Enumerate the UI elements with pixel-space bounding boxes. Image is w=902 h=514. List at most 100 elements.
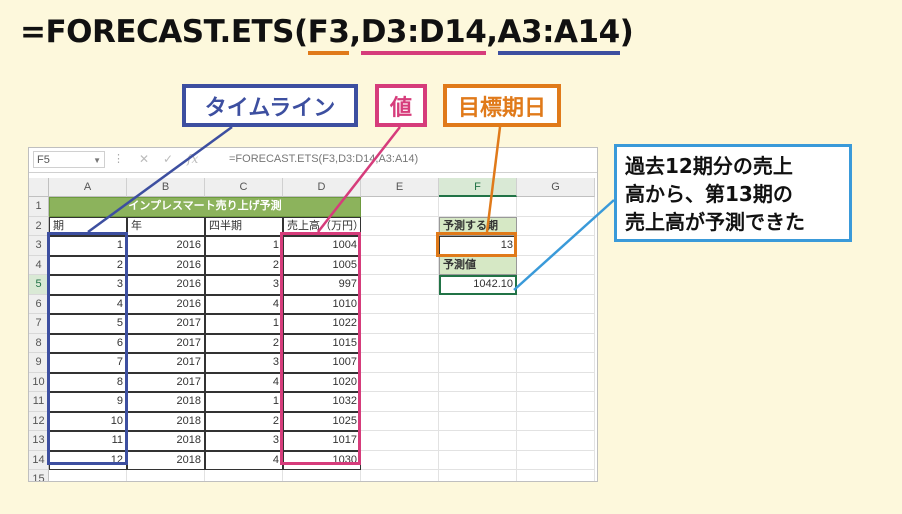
grid-cell[interactable]	[361, 470, 439, 481]
grid-cell[interactable]	[361, 216, 439, 236]
data-cell-sales[interactable]: 1005	[283, 255, 361, 275]
data-cell-year[interactable]: 2018	[127, 392, 205, 412]
data-cell-sales[interactable]: 1015	[283, 333, 361, 353]
grid-cell[interactable]	[361, 333, 439, 353]
data-cell-year[interactable]: 2016	[127, 275, 205, 295]
grid-cell[interactable]	[283, 470, 361, 481]
data-cell-period[interactable]: 3	[49, 275, 127, 295]
data-cell-quarter[interactable]: 4	[205, 372, 283, 392]
grid-cell[interactable]	[439, 392, 517, 412]
data-cell-period[interactable]: 1	[49, 236, 127, 256]
grid-cell[interactable]	[517, 236, 595, 256]
grid-cell[interactable]	[49, 470, 127, 481]
grid-cell[interactable]	[361, 411, 439, 431]
data-cell-sales[interactable]: 1004	[283, 236, 361, 256]
grid-cell[interactable]	[361, 431, 439, 451]
row-header[interactable]: 13	[29, 431, 49, 451]
row-header[interactable]: 7	[29, 314, 49, 334]
row-header[interactable]: 8	[29, 333, 49, 353]
grid-cell[interactable]	[517, 255, 595, 275]
grid-cell[interactable]	[517, 431, 595, 451]
data-cell-quarter[interactable]: 1	[205, 314, 283, 334]
data-cell-quarter[interactable]: 3	[205, 275, 283, 295]
row-header[interactable]: 3	[29, 236, 49, 256]
column-header-b[interactable]: B	[127, 178, 205, 197]
data-cell-quarter[interactable]: 4	[205, 450, 283, 470]
data-cell-sales[interactable]: 1017	[283, 431, 361, 451]
data-cell-year[interactable]: 2017	[127, 333, 205, 353]
header-cell-year[interactable]: 年	[127, 216, 205, 236]
grid-cell[interactable]	[439, 353, 517, 373]
row-header[interactable]: 10	[29, 372, 49, 392]
data-cell-year[interactable]: 2017	[127, 314, 205, 334]
grid-cell[interactable]	[361, 236, 439, 256]
data-cell-sales[interactable]: 1030	[283, 450, 361, 470]
grid-cell[interactable]	[361, 255, 439, 275]
row-header[interactable]: 1	[29, 197, 49, 217]
data-cell-quarter[interactable]: 1	[205, 236, 283, 256]
row-header[interactable]: 14	[29, 450, 49, 470]
grid-cell[interactable]	[439, 431, 517, 451]
grid-cell[interactable]	[517, 392, 595, 412]
data-cell-period[interactable]: 6	[49, 333, 127, 353]
grid-cell[interactable]	[439, 372, 517, 392]
insert-function-icon[interactable]: fx	[187, 152, 198, 166]
grid-cell[interactable]	[361, 197, 439, 217]
data-cell-period[interactable]: 9	[49, 392, 127, 412]
forecast-value-cell[interactable]: 1042.10	[439, 275, 517, 295]
confirm-icon[interactable]: ✓	[163, 152, 173, 166]
grid-cell[interactable]	[517, 275, 595, 295]
data-cell-year[interactable]: 2016	[127, 236, 205, 256]
row-header[interactable]: 2	[29, 216, 49, 236]
grid-cell[interactable]	[439, 470, 517, 481]
grid-cell[interactable]	[517, 216, 595, 236]
data-cell-sales[interactable]: 1032	[283, 392, 361, 412]
data-cell-sales[interactable]: 997	[283, 275, 361, 295]
sheet-title-cell[interactable]: インプレスマート売り上げ予測	[49, 197, 361, 217]
header-cell-sales[interactable]: 売上高（万円）	[283, 216, 361, 236]
column-header-f[interactable]: F	[439, 178, 517, 197]
grid-cell[interactable]	[361, 353, 439, 373]
name-box[interactable]: F5 ▼	[33, 151, 105, 168]
grid-cell[interactable]	[439, 450, 517, 470]
grid-cell[interactable]	[361, 294, 439, 314]
row-header[interactable]: 11	[29, 392, 49, 412]
column-header-e[interactable]: E	[361, 178, 439, 197]
chevron-down-icon[interactable]: ▼	[93, 152, 101, 169]
grid-cell[interactable]	[439, 314, 517, 334]
data-cell-quarter[interactable]: 2	[205, 411, 283, 431]
grid-cell[interactable]	[517, 294, 595, 314]
grid-cell[interactable]	[361, 314, 439, 334]
grid-cell[interactable]	[439, 294, 517, 314]
grid-cell[interactable]	[361, 392, 439, 412]
grid-cell[interactable]	[517, 353, 595, 373]
grid-cell[interactable]	[361, 450, 439, 470]
data-cell-sales[interactable]: 1020	[283, 372, 361, 392]
data-cell-quarter[interactable]: 3	[205, 431, 283, 451]
grid-cell[interactable]	[517, 470, 595, 481]
data-cell-period[interactable]: 2	[49, 255, 127, 275]
grid-cell[interactable]	[439, 333, 517, 353]
grid-cell[interactable]	[517, 411, 595, 431]
forecast-period-label-cell[interactable]: 予測する期	[439, 216, 517, 236]
data-cell-sales[interactable]: 1025	[283, 411, 361, 431]
grid-cell[interactable]	[439, 197, 517, 217]
data-cell-year[interactable]: 2016	[127, 255, 205, 275]
data-cell-sales[interactable]: 1010	[283, 294, 361, 314]
data-cell-sales[interactable]: 1022	[283, 314, 361, 334]
column-header-d[interactable]: D	[283, 178, 361, 197]
data-cell-year[interactable]: 2018	[127, 431, 205, 451]
data-cell-quarter[interactable]: 2	[205, 255, 283, 275]
data-cell-year[interactable]: 2018	[127, 411, 205, 431]
grid-cell[interactable]	[361, 372, 439, 392]
column-header-a[interactable]: A	[49, 178, 127, 197]
grid-cell[interactable]	[517, 197, 595, 217]
data-cell-period[interactable]: 5	[49, 314, 127, 334]
data-cell-period[interactable]: 10	[49, 411, 127, 431]
forecast-value-label-cell[interactable]: 予測値	[439, 255, 517, 275]
data-cell-quarter[interactable]: 3	[205, 353, 283, 373]
grid-cell[interactable]	[127, 470, 205, 481]
row-header[interactable]: 6	[29, 294, 49, 314]
select-all-corner[interactable]	[29, 178, 49, 197]
row-header[interactable]: 5	[29, 275, 49, 295]
